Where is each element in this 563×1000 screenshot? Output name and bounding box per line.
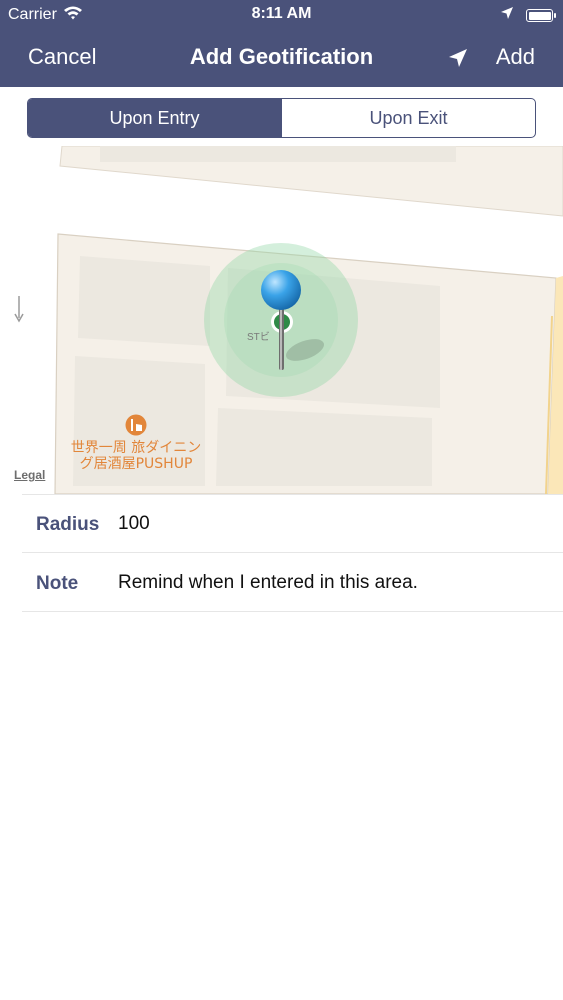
location-arrow-icon [449,49,467,67]
current-location-button[interactable] [446,46,470,70]
radius-row: Radius [22,495,563,553]
map-pin-icon[interactable] [261,270,301,310]
status-bar: Carrier 8:11 AM [0,0,563,30]
map-building-4 [216,408,432,486]
radius-input[interactable] [118,507,538,541]
poi-name-line-1: 世界一周 旅ダイニン [70,440,202,456]
note-input[interactable] [118,566,538,600]
location-arrow-icon [500,6,514,25]
radius-label: Radius [36,514,100,535]
segment-upon-entry[interactable]: Upon Entry [28,99,281,137]
map-building-1 [78,256,210,346]
status-time: 8:11 AM [251,5,312,22]
cancel-button[interactable]: Cancel [28,44,96,70]
map-poi-label[interactable]: 世界一周 旅ダイニン グ居酒屋PUSHUP [60,440,212,472]
legal-link[interactable]: Legal [14,468,45,482]
map-view[interactable]: STビ 世界一周 旅ダイニン グ居酒屋PUSHUP Legal [0,146,563,494]
map-building-top [100,146,456,162]
screen: Carrier 8:11 AM Cancel Add Geotification… [0,0,563,1000]
battery-level [528,11,551,20]
restaurant-icon-cup [136,424,142,431]
restaurant-icon-fork [131,419,133,431]
add-button[interactable]: Add [496,44,535,70]
battery-icon [526,9,556,22]
status-right-group [500,6,556,25]
note-row: Note [22,554,563,612]
navigation-bar: Cancel Add Geotification Add [0,30,563,87]
poi-name-line-2: グ居酒屋PUSHUP [79,456,193,472]
pin-needle-highlight [280,300,282,370]
segment-upon-exit[interactable]: Upon Exit [281,99,535,137]
map-building-label: STビ [247,332,270,343]
event-type-segmented-control: Upon Entry Upon Exit [27,98,536,138]
note-label: Note [36,573,79,594]
